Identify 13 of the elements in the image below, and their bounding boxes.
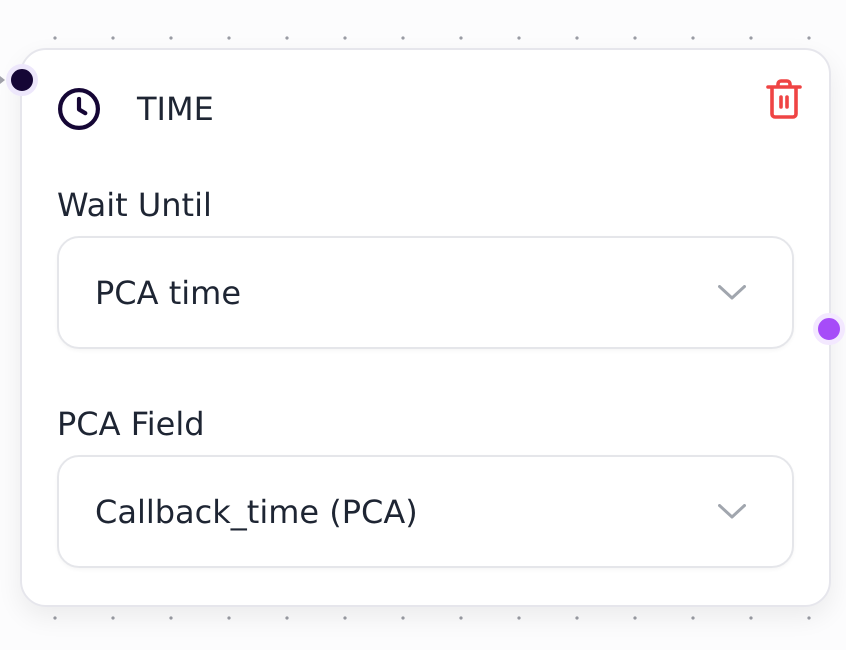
node-title: TIME (137, 89, 214, 130)
field-label: PCA Field (57, 406, 205, 442)
field-label: Wait Until (57, 187, 212, 223)
clock-icon (58, 88, 100, 130)
connection-handle[interactable] (813, 313, 845, 345)
chevron-down-icon (718, 285, 746, 300)
node-card[interactable]: TIME Wait Until PCA time PCA Field Callback_time (PCA) (20, 48, 831, 607)
chevron-down-icon (718, 504, 746, 519)
dropdown-select[interactable]: Callback_time (PCA) (57, 455, 794, 568)
trash-icon[interactable] (766, 78, 802, 120)
connection-handle[interactable] (6, 64, 38, 96)
edge-arrow-icon (0, 76, 5, 84)
dropdown-select[interactable]: PCA time (57, 236, 794, 349)
